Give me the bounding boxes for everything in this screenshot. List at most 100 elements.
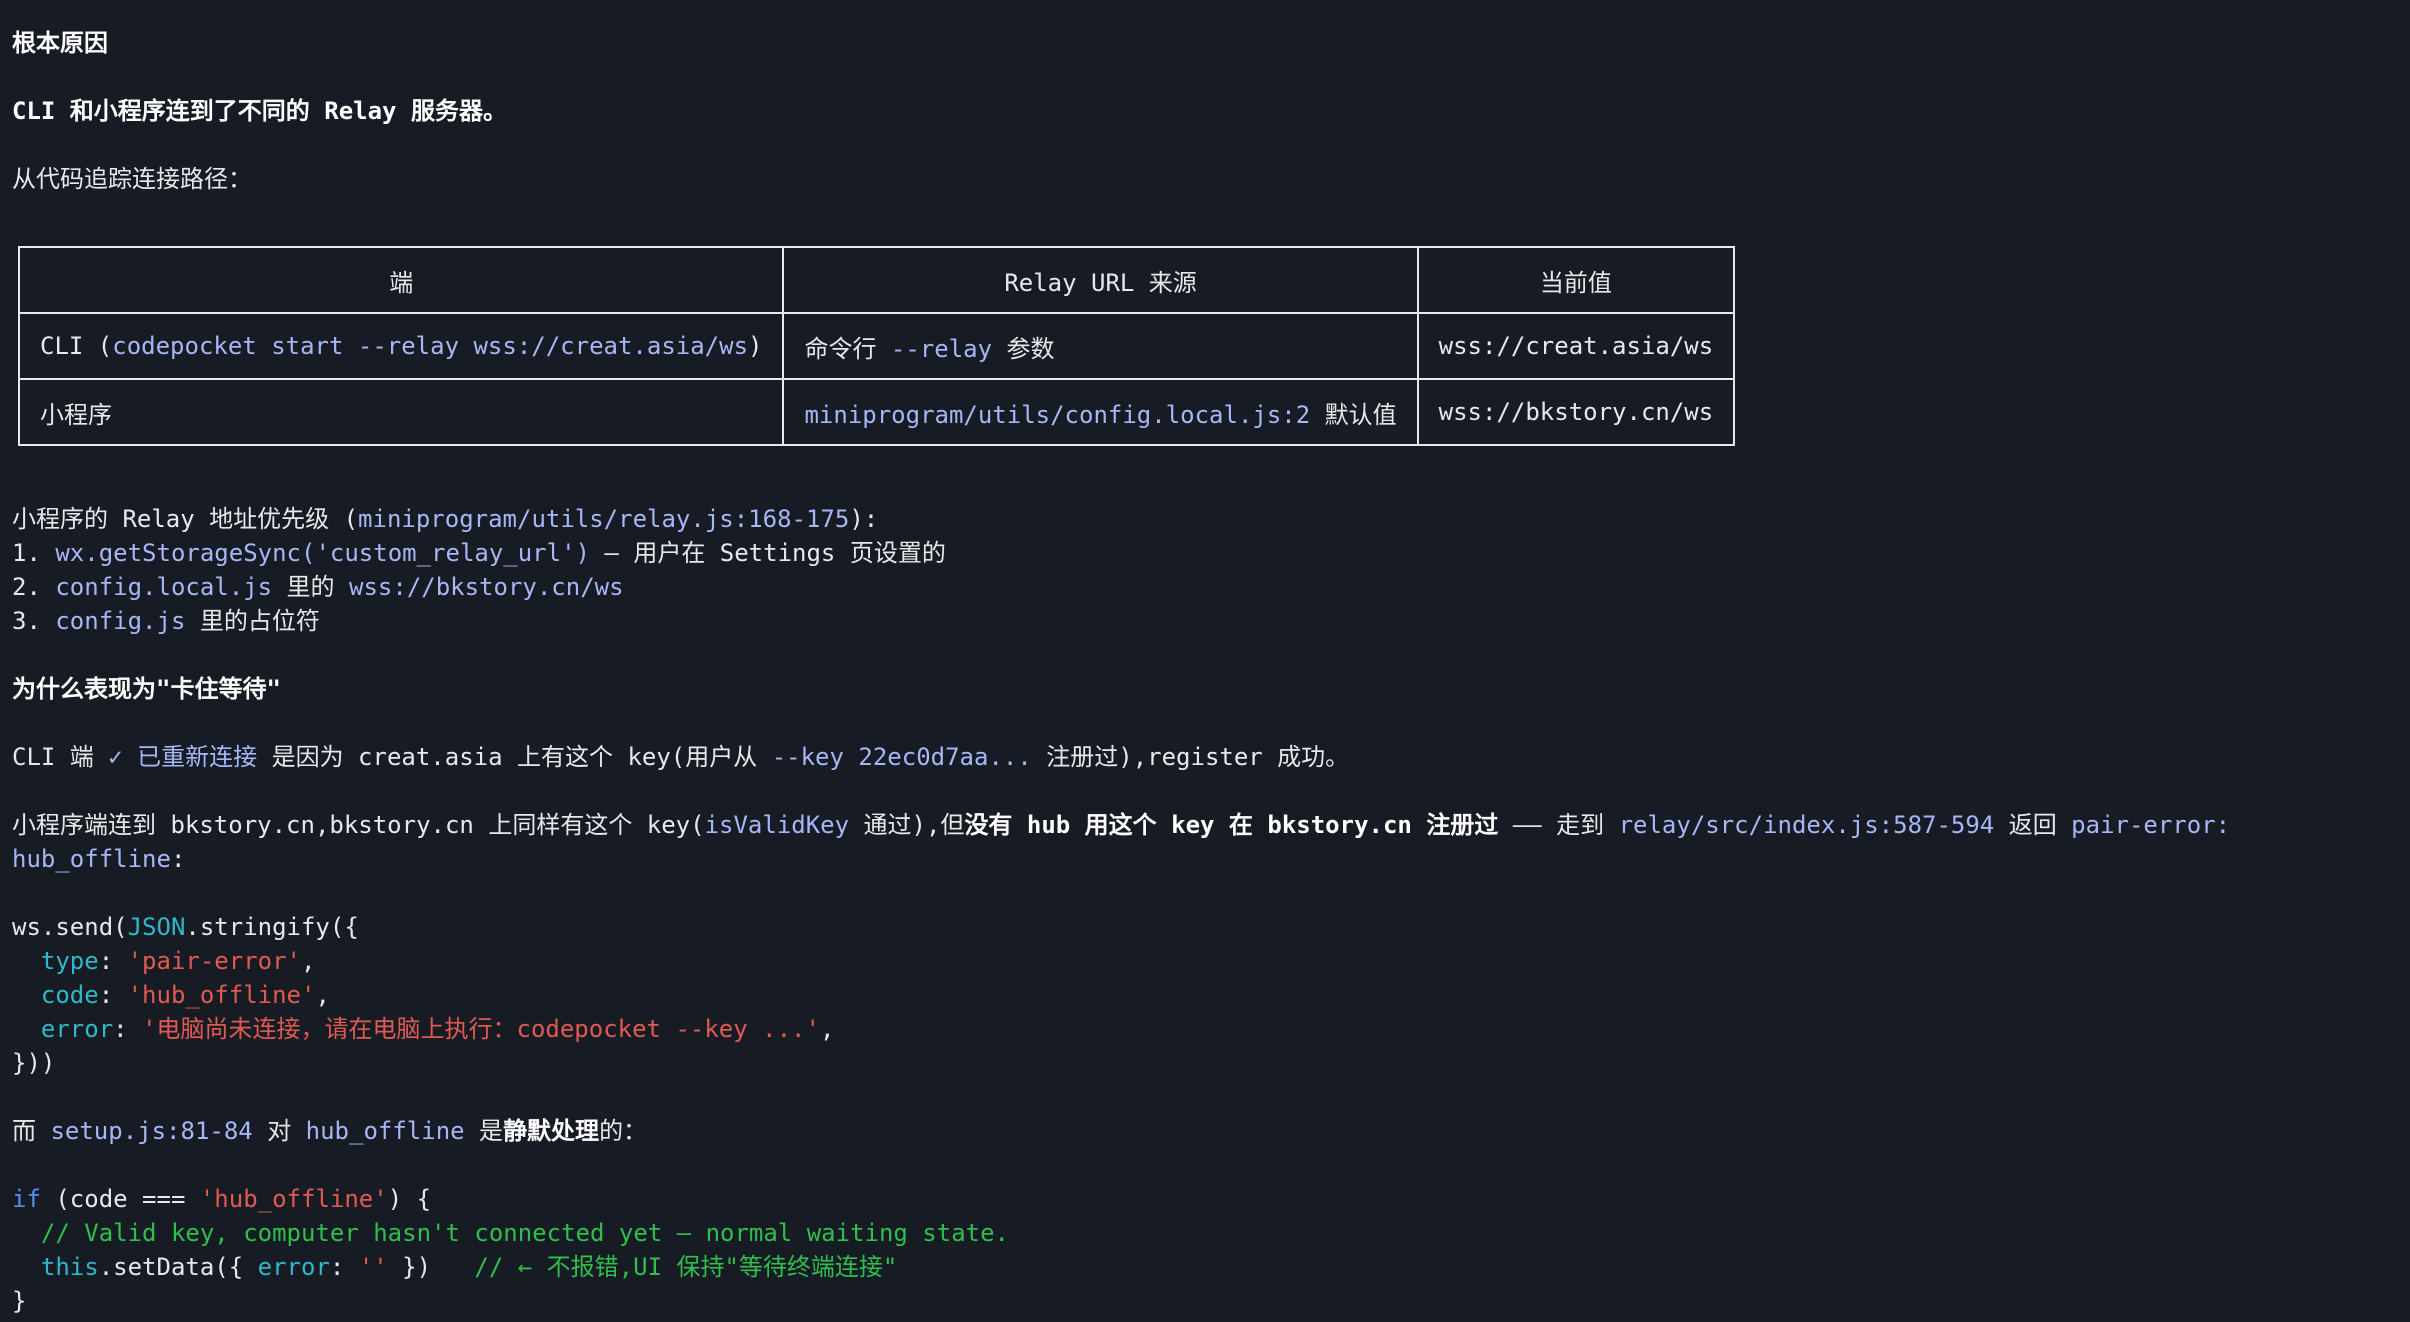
code-ref: config.local.js: [55, 573, 273, 601]
table-header-end: 端: [17, 246, 785, 314]
code-ref: isValidKey: [704, 811, 850, 839]
code-token: ,: [315, 981, 330, 1009]
code-token: (code ===: [40, 1185, 200, 1213]
text: 的：: [599, 1117, 648, 1145]
table-header-row: 端 Relay URL 来源 当前值: [17, 246, 1736, 314]
cli-explanation: CLI 端 ✓ 已重新连接 是因为 creat.asia 上有这个 key(用户…: [12, 740, 1349, 774]
priority-item-3: 3. config.js 里的占位符: [12, 604, 320, 638]
code-token: ,: [819, 1015, 835, 1043]
text: 是因为 creat.asia 上有这个 key(用户从: [257, 743, 772, 771]
setup-explanation: 而 setup.js:81-84 对 hub_offline 是静默处理的：: [12, 1114, 647, 1148]
table-header-source: Relay URL 来源: [782, 246, 1419, 314]
code-ref: wss://bkstory.cn/ws: [349, 573, 624, 601]
cell-text: 命令行: [804, 334, 891, 363]
code-token: if: [12, 1185, 41, 1213]
code-ref: pair-error:: [2071, 811, 2231, 839]
code-token: type: [12, 947, 99, 975]
text: 而: [12, 1117, 51, 1145]
text: 对: [252, 1117, 306, 1145]
code-token: 'hub_offline': [127, 981, 316, 1009]
text: 是: [464, 1117, 504, 1145]
code-token: '电脑尚未连接，请在电脑上执行：codepocket --key ...': [142, 1015, 820, 1043]
code-ref: setup.js:81-84: [50, 1117, 253, 1145]
text: —— 走到: [1498, 811, 1619, 839]
trace-intro: 从代码追踪连接路径：: [12, 165, 252, 193]
text: 小程序的 Relay 地址优先级 (: [12, 505, 359, 533]
code-line: ws.send(JSON.stringify({: [12, 910, 359, 944]
code-token: }): [387, 1253, 475, 1281]
miniprogram-explanation-cont: hub_offline:: [12, 842, 185, 876]
emphasis: 静默处理: [503, 1117, 600, 1145]
terminal-output: 根本原因 CLI 和小程序连到了不同的 Relay 服务器。 从代码追踪连接路径…: [12, 0, 2402, 1322]
code-ref: config.js: [55, 607, 186, 635]
code-token: 'pair-error': [127, 947, 301, 975]
cell-code: codepocket start --relay wss://creat.asi…: [112, 332, 749, 360]
emphasis: 没有 hub 用这个 key 在 bkstory.cn 注册过: [964, 811, 1499, 839]
table-cell-source: miniprogram/utils/config.local.js:2 默认值: [782, 378, 1419, 446]
code-line: if (code === 'hub_offline') {: [12, 1182, 431, 1216]
code-line: }: [12, 1287, 27, 1315]
code-token: ws.send(: [12, 913, 128, 941]
code-token: :: [113, 1015, 143, 1043]
code-ref: wx.getStorageSync('custom_relay_url'): [55, 539, 590, 567]
table-cell-source: 命令行 --relay 参数: [782, 312, 1419, 380]
text: 小程序端连到 bkstory.cn,bkstory.cn 上同样有这个 key(: [12, 811, 705, 839]
table-cell-value: wss://bkstory.cn/ws: [1416, 378, 1736, 446]
text: 里的占位符: [185, 607, 320, 635]
text: CLI 端: [12, 743, 109, 771]
code-token: error: [12, 1015, 114, 1043]
heading-why: 为什么表现为"卡住等待": [12, 675, 281, 703]
text: 返回: [1994, 811, 2072, 839]
code-token: ,: [301, 947, 316, 975]
priority-item-1: 1. wx.getStorageSync('custom_relay_url')…: [12, 536, 946, 570]
table-cell-end: 小程序: [17, 378, 785, 446]
list-number: 2.: [12, 573, 56, 601]
code-comment: // Valid key, computer hasn't connected …: [12, 1219, 1009, 1247]
code-token: JSON: [127, 913, 186, 941]
miniprogram-explanation: 小程序端连到 bkstory.cn,bkstory.cn 上同样有这个 key(…: [12, 808, 2230, 842]
cell-text: 默认值: [1310, 400, 1397, 429]
code-token: 'hub_offline': [199, 1185, 388, 1213]
code-ref: --key 22ec0d7aa...: [771, 743, 1032, 771]
text: 通过),但: [849, 811, 965, 839]
code-token: :: [98, 947, 128, 975]
text: 注册过),register 成功。: [1031, 743, 1350, 771]
relay-source-table: 端 Relay URL 来源 当前值 CLI (codepocket start…: [17, 246, 1736, 446]
table-cell-value: wss://creat.asia/ws: [1416, 312, 1736, 380]
table-row: 小程序 miniprogram/utils/config.local.js:2 …: [17, 378, 1736, 446]
priority-intro: 小程序的 Relay 地址优先级 (miniprogram/utils/rela…: [12, 502, 878, 536]
heading-root-cause: 根本原因: [12, 29, 108, 57]
cell-code: miniprogram/utils/config.local.js:2: [804, 400, 1311, 429]
code-token: this: [12, 1253, 99, 1281]
code-line: })): [12, 1049, 56, 1077]
text: — 用户在 Settings 页设置的: [589, 539, 946, 567]
code-token: .setData({: [98, 1253, 258, 1281]
code-token: :: [329, 1253, 359, 1281]
code-ref: hub_offline: [12, 845, 171, 873]
code-token: '': [358, 1253, 388, 1281]
table-cell-end: CLI (codepocket start --relay wss://crea…: [17, 312, 785, 380]
cell-text: CLI (: [40, 332, 113, 360]
text: 里的: [272, 573, 350, 601]
code-token: code: [12, 981, 99, 1009]
priority-item-2: 2. config.local.js 里的 wss://bkstory.cn/w…: [12, 570, 624, 604]
cell-code: --relay: [890, 334, 993, 363]
code-ref: relay/src/index.js:587-594: [1618, 811, 1995, 839]
list-number: 1.: [12, 539, 56, 567]
table-row: CLI (codepocket start --relay wss://crea…: [17, 312, 1736, 380]
code-token: ) {: [387, 1185, 432, 1213]
code-line: error: '电脑尚未连接，请在电脑上执行：codepocket --key …: [12, 1012, 835, 1046]
code-ref: hub_offline: [305, 1117, 465, 1145]
code-token: .stringify({: [185, 913, 359, 941]
code-line: code: 'hub_offline',: [12, 978, 330, 1012]
code-token: error: [257, 1253, 330, 1281]
summary-line: CLI 和小程序连到了不同的 Relay 服务器。: [12, 97, 507, 125]
cell-text: 参数: [992, 334, 1055, 363]
text: ):: [849, 505, 879, 533]
cell-text: ): [748, 332, 763, 360]
code-comment: // ← 不报错,UI 保持"等待终端连接": [474, 1253, 898, 1281]
code-ref: ✓ 已重新连接: [108, 743, 258, 771]
code-token: :: [98, 981, 128, 1009]
list-number: 3.: [12, 607, 56, 635]
code-line: this.setData({ error: '' }) // ← 不报错,UI …: [12, 1250, 897, 1284]
